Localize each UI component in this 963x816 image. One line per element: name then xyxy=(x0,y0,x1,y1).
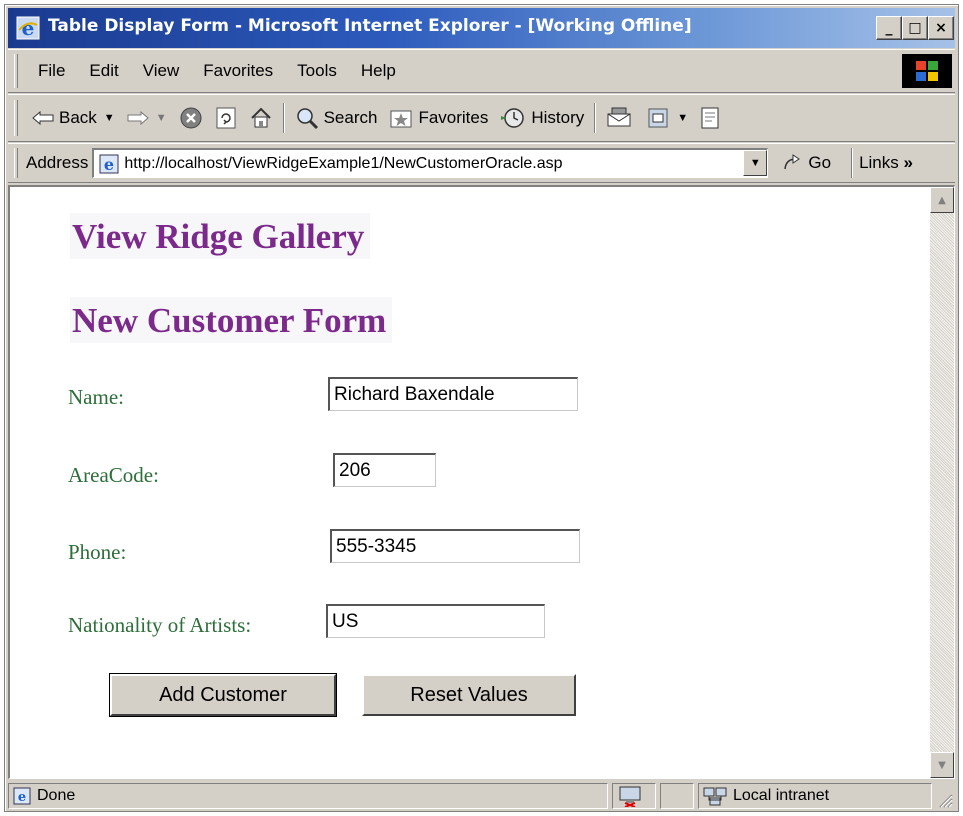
forward-button[interactable]: ▼ xyxy=(121,111,173,125)
mail-icon xyxy=(607,107,631,127)
home-button[interactable] xyxy=(243,106,279,130)
scroll-down-button[interactable]: ▼ xyxy=(930,752,954,778)
zone-text: Local intranet xyxy=(733,787,830,804)
title-bar[interactable]: e Table Display Form - Microsoft Interne… xyxy=(8,8,955,48)
windows-logo-icon xyxy=(902,54,952,88)
stop-icon xyxy=(180,107,202,129)
toolbar-grip[interactable] xyxy=(14,147,18,179)
menu-file[interactable]: File xyxy=(26,61,77,81)
history-label: History xyxy=(531,108,585,127)
links-button[interactable]: Links » xyxy=(859,153,913,173)
nationality-label: Nationality of Artists: xyxy=(68,613,252,637)
stop-button[interactable] xyxy=(173,106,209,130)
standard-toolbar: Back ▼ ▼ Search Favorites History ▼ xyxy=(8,94,955,142)
form-heading: New Customer Form xyxy=(70,297,393,343)
refresh-icon xyxy=(216,107,236,129)
page-icon: e xyxy=(99,154,119,174)
chevron-down-icon[interactable]: ▼ xyxy=(104,112,115,124)
phone-label: Phone: xyxy=(68,540,127,564)
address-label: Address xyxy=(26,153,89,172)
address-input[interactable]: e http://localhost/ViewRidgeExample1/New… xyxy=(92,148,769,178)
toolbar-separator xyxy=(851,148,854,178)
scroll-up-button[interactable]: ▲ xyxy=(930,187,954,213)
local-intranet-icon xyxy=(703,787,727,806)
window-title: Table Display Form - Microsoft Internet … xyxy=(48,16,692,36)
edit-button[interactable] xyxy=(694,106,726,130)
toolbar-grip[interactable] xyxy=(14,54,18,88)
favorites-button[interactable]: Favorites xyxy=(383,107,494,129)
menu-help[interactable]: Help xyxy=(349,61,408,81)
menu-tools[interactable]: Tools xyxy=(285,61,349,81)
page-content: View Ridge Gallery New Customer Form Nam… xyxy=(10,187,930,778)
search-button[interactable]: Search xyxy=(289,106,384,130)
menu-view[interactable]: View xyxy=(131,61,192,81)
menu-favorites[interactable]: Favorites xyxy=(191,61,285,81)
back-label: Back xyxy=(59,108,97,127)
links-label: Links xyxy=(859,153,899,172)
print-button[interactable]: ▼ xyxy=(640,106,694,130)
forward-arrow-icon xyxy=(127,111,149,125)
chevron-down-icon[interactable]: ▼ xyxy=(156,112,167,124)
close-button[interactable]: × xyxy=(928,16,954,40)
status-pane-offline xyxy=(612,783,656,809)
favorites-icon xyxy=(390,110,412,128)
svg-text:e: e xyxy=(18,790,26,805)
svg-text:e: e xyxy=(22,16,35,40)
areacode-label: AreaCode: xyxy=(68,463,159,487)
search-icon xyxy=(296,108,318,130)
reset-values-button[interactable]: Reset Values xyxy=(362,674,576,716)
address-bar: Address e http://localhost/ViewRidgeExam… xyxy=(8,143,955,183)
internet-explorer-icon: e xyxy=(16,16,40,40)
back-arrow-icon xyxy=(32,111,54,125)
add-customer-button[interactable]: Add Customer xyxy=(109,673,337,717)
history-icon xyxy=(501,108,525,128)
chevron-down-icon[interactable]: ▼ xyxy=(677,112,688,124)
refresh-button[interactable] xyxy=(209,106,243,130)
back-button[interactable]: Back ▼ xyxy=(26,108,121,128)
go-button[interactable]: Go xyxy=(782,153,831,173)
home-icon xyxy=(250,107,271,128)
phone-input[interactable] xyxy=(330,529,580,563)
go-arrow-icon xyxy=(784,154,801,170)
address-dropdown-button[interactable]: ▼ xyxy=(743,150,768,176)
mail-button[interactable] xyxy=(600,106,640,130)
address-url: http://localhost/ViewRidgeExample1/NewCu… xyxy=(124,154,563,172)
gallery-heading: View Ridge Gallery xyxy=(70,213,371,259)
vertical-scrollbar[interactable]: ▲ ▼ xyxy=(930,187,954,778)
menu-edit[interactable]: Edit xyxy=(77,61,130,81)
status-bar: e Done Local intranet xyxy=(8,782,955,810)
name-input[interactable] xyxy=(328,377,578,411)
areacode-input[interactable] xyxy=(333,453,436,487)
svg-text:e: e xyxy=(104,155,114,174)
toolbar-grip[interactable] xyxy=(14,99,18,137)
name-label: Name: xyxy=(68,385,124,409)
minimize-button[interactable]: _ xyxy=(876,16,902,40)
page-viewport: View Ridge Gallery New Customer Form Nam… xyxy=(8,185,955,779)
toolbar-separator xyxy=(594,103,597,133)
offline-computer-icon xyxy=(619,786,641,807)
favorites-label: Favorites xyxy=(418,108,489,127)
toolbar-separator xyxy=(282,103,285,133)
status-pane-zone: Local intranet xyxy=(698,783,932,809)
go-label: Go xyxy=(808,153,832,172)
nationality-input[interactable] xyxy=(326,604,545,638)
status-pane-main: e Done xyxy=(8,783,608,809)
menu-bar: File Edit View Favorites Tools Help xyxy=(8,49,955,93)
history-button[interactable]: History xyxy=(494,106,590,130)
maximize-button[interactable]: □ xyxy=(902,16,928,40)
edit-page-icon xyxy=(701,107,719,129)
search-label: Search xyxy=(323,108,378,127)
page-done-icon: e xyxy=(13,787,31,805)
status-pane-empty xyxy=(660,783,694,809)
links-chevron-icon: » xyxy=(903,153,913,172)
browser-window: e Table Display Form - Microsoft Interne… xyxy=(4,4,959,812)
status-text: Done xyxy=(37,787,76,804)
print-icon xyxy=(648,108,668,128)
resize-grip-icon[interactable] xyxy=(935,790,953,808)
